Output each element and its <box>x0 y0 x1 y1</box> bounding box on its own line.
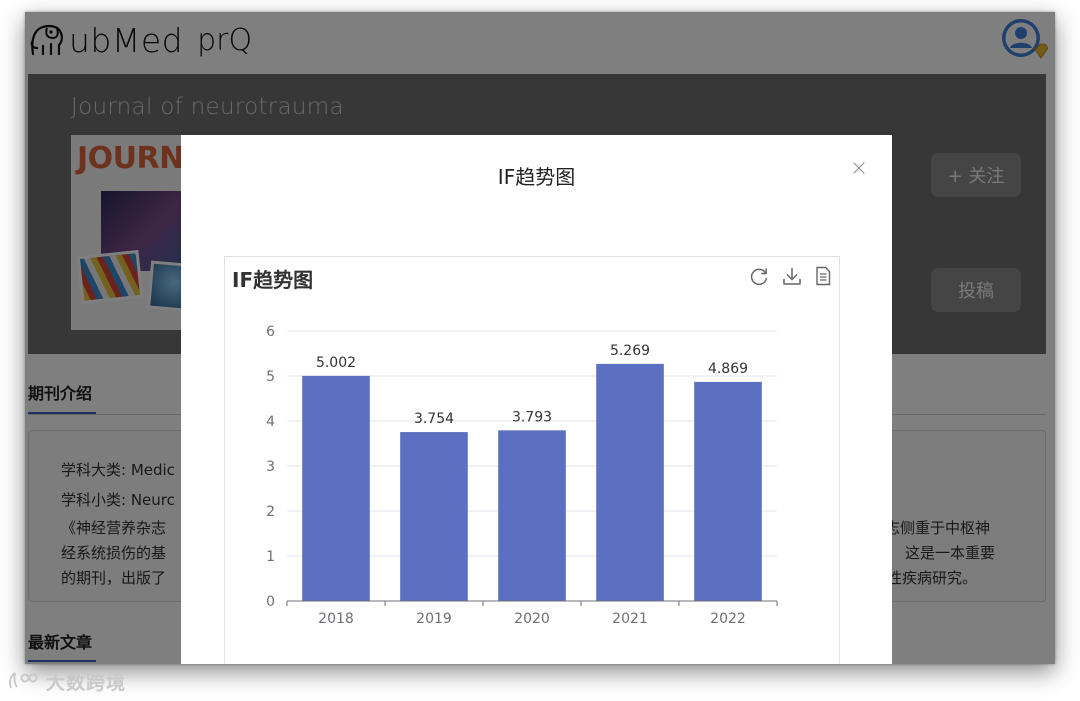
bar-value-label: 5.269 <box>610 343 650 359</box>
bar <box>498 430 566 601</box>
watermark-text: 大数跨境 <box>46 671 127 694</box>
if-bar-chart: 0 1 2 3 4 5 6 5.002 2018 3.754 2019 3.793 2020 5.269 2… <box>266 324 778 627</box>
chart-title: IF趋势图 <box>232 268 314 292</box>
y-tick-label: 2 <box>266 504 275 520</box>
y-tick-label: 0 <box>266 594 275 610</box>
watermark-logo-icon <box>9 672 38 689</box>
y-tick-label: 5 <box>266 369 275 385</box>
y-tick-label: 1 <box>266 549 275 565</box>
data-view-icon[interactable] <box>812 265 834 287</box>
x-tick-label: 2022 <box>710 611 746 627</box>
if-trend-modal: IF趋势图 × 0 1 2 3 4 5 6 5.002 2018 3.754 2019 3.793 20… <box>181 135 892 664</box>
y-tick-label: 6 <box>266 324 275 340</box>
bar-value-label: 3.754 <box>414 411 454 427</box>
if-chart-card: 0 1 2 3 4 5 6 5.002 2018 3.754 2019 3.793 2020 5.269 2… <box>224 256 840 664</box>
bar-value-label: 5.002 <box>316 355 356 371</box>
close-icon[interactable]: × <box>849 158 869 180</box>
x-tick-label: 2019 <box>416 611 452 627</box>
bar <box>694 381 762 601</box>
bar <box>302 375 370 601</box>
bar-value-label: 4.869 <box>708 361 748 377</box>
y-tick-label: 3 <box>266 459 275 475</box>
bar <box>596 363 664 601</box>
x-tick-label: 2021 <box>612 611 648 627</box>
download-icon[interactable] <box>781 265 803 287</box>
y-tick-label: 4 <box>266 414 275 430</box>
refresh-icon[interactable] <box>748 265 770 287</box>
app-window: ubMed prQ Journal of neurotrauma JOURN +… <box>25 12 1055 664</box>
x-tick-label: 2020 <box>514 611 550 627</box>
modal-title: IF趋势图 <box>497 165 576 189</box>
x-tick-label: 2018 <box>318 611 354 627</box>
watermark: 大数跨境 <box>8 668 126 694</box>
bar <box>400 432 468 601</box>
bar-value-label: 3.793 <box>512 409 552 425</box>
